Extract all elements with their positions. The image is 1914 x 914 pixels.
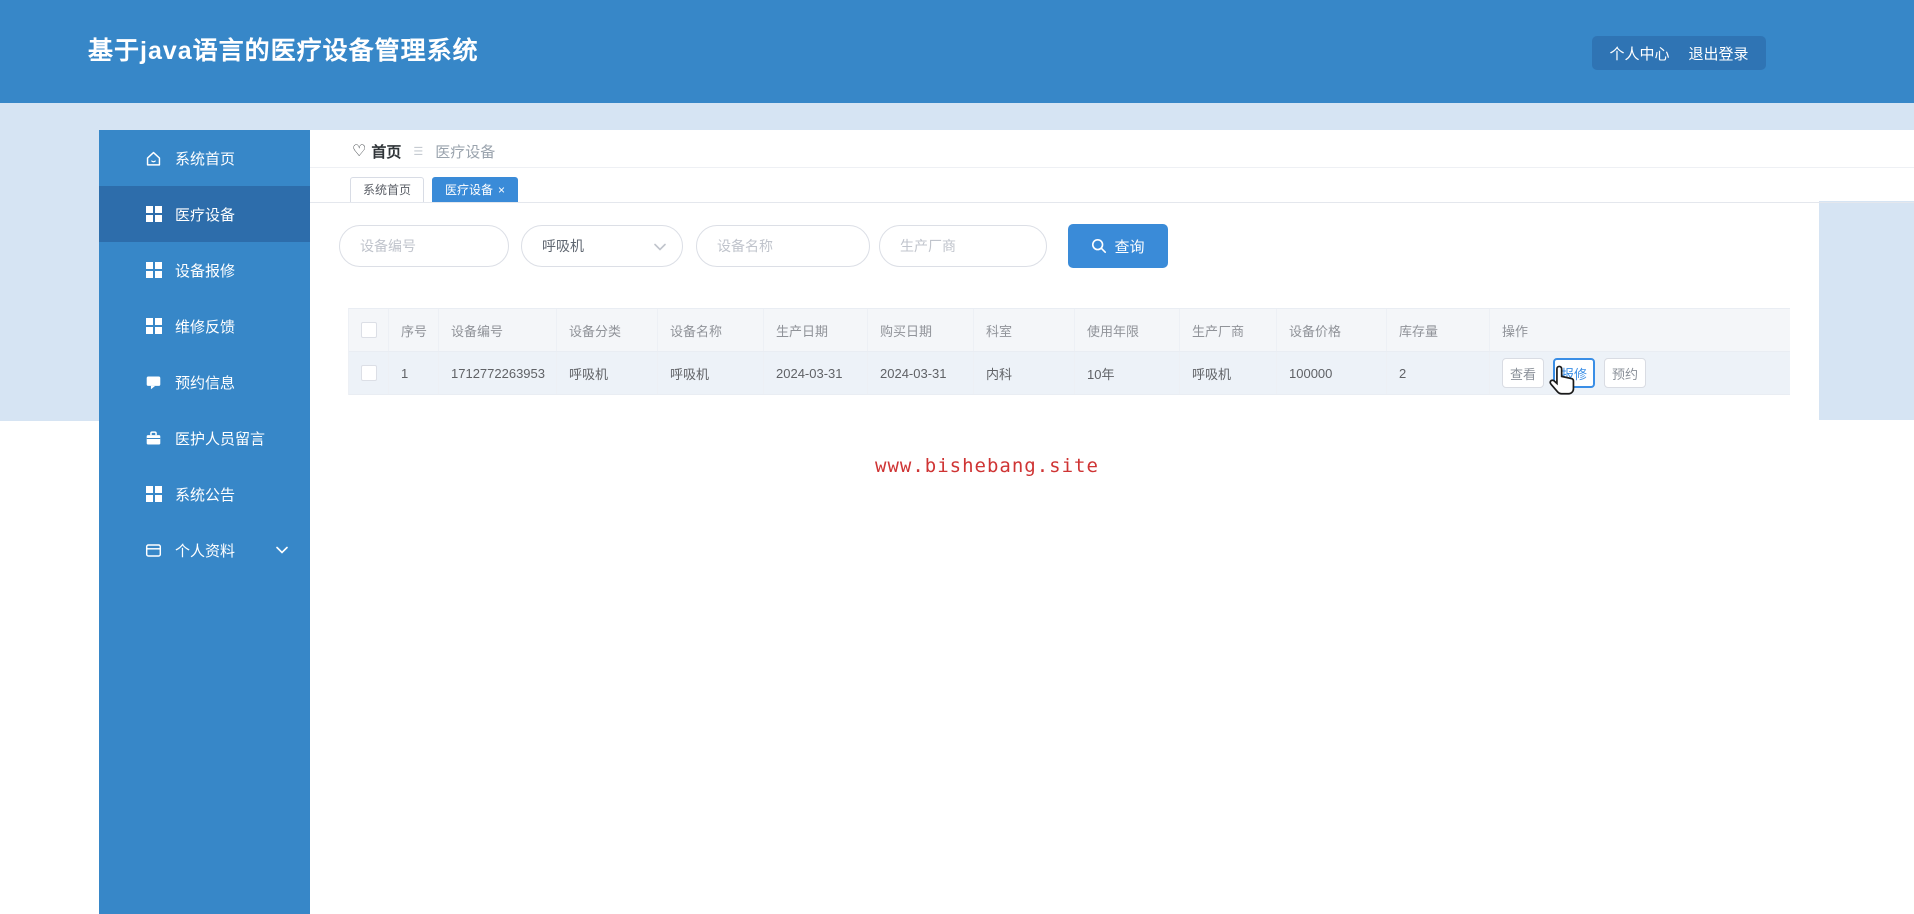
device-no-input[interactable] <box>339 225 509 267</box>
tab-system-home[interactable]: 系统首页 <box>350 177 425 203</box>
cell-actions: 查看 报修 预约 <box>1490 352 1790 394</box>
col-header-price: 设备价格 <box>1277 309 1387 351</box>
card-icon <box>145 542 162 559</box>
sidebar-item-label: 系统公告 <box>175 486 236 504</box>
sidebar-nav: 系统首页 医疗设备 设备报修 维修反馈 预约信息 医护人员留言 系统公告 个人资… <box>99 130 310 914</box>
filter-bar: 呼吸机 查询 <box>339 224 1168 268</box>
background-band-left <box>0 103 99 421</box>
table-header-row: 序号 设备编号 设备分类 设备名称 生产日期 购买日期 科室 使用年限 生产厂商… <box>349 309 1790 351</box>
cell-department: 内科 <box>974 352 1075 394</box>
manufacturer-input[interactable] <box>879 225 1047 267</box>
sidebar-item-label: 维修反馈 <box>175 318 236 336</box>
close-icon[interactable]: × <box>498 183 505 197</box>
col-header-seq: 序号 <box>389 309 439 351</box>
tab-label: 系统首页 <box>363 183 412 197</box>
app-title: 基于java语言的医疗设备管理系统 <box>88 37 479 65</box>
cell-service-life: 10年 <box>1075 352 1180 394</box>
table-row: 1 1712772263953 呼吸机 呼吸机 2024-03-31 2024-… <box>349 351 1790 395</box>
row-checkbox[interactable] <box>361 365 377 381</box>
col-header-name: 设备名称 <box>658 309 764 351</box>
breadcrumb: ♡ 首页 ☰ 医疗设备 <box>352 138 495 164</box>
category-select[interactable]: 呼吸机 <box>521 225 683 267</box>
cell-category: 呼吸机 <box>557 352 658 394</box>
select-all-checkbox[interactable] <box>361 322 377 338</box>
col-header-device-no: 设备编号 <box>439 309 557 351</box>
breadcrumb-current: 医疗设备 <box>435 143 496 161</box>
app-window: 基于java语言的医疗设备管理系统 个人中心 退出登录 系统首页 医疗设备 设备 <box>0 0 1914 914</box>
chevron-down-icon <box>276 546 288 554</box>
sidebar-item-system-announcements[interactable]: 系统公告 <box>99 466 310 522</box>
search-icon <box>1092 238 1107 254</box>
sidebar-item-repair-feedback[interactable]: 维修反馈 <box>99 298 310 354</box>
tab-label: 医疗设备 <box>445 183 494 197</box>
heart-icon: ♡ <box>352 143 367 160</box>
message-icon <box>145 374 162 391</box>
top-header-bar: 基于java语言的医疗设备管理系统 个人中心 退出登录 <box>0 0 1914 103</box>
col-header-stock: 库存量 <box>1387 309 1490 351</box>
col-header-category: 设备分类 <box>557 309 658 351</box>
sidebar-item-appointment-info[interactable]: 预约信息 <box>99 354 310 410</box>
col-header-service-life: 使用年限 <box>1075 309 1180 351</box>
sidebar-item-label: 医护人员留言 <box>175 430 266 448</box>
grid-icon <box>145 262 162 279</box>
logout-link[interactable]: 退出登录 <box>1688 43 1748 64</box>
sidebar-item-label: 预约信息 <box>175 374 236 392</box>
cell-price: 100000 <box>1277 352 1387 394</box>
sidebar-item-label: 个人资料 <box>175 542 236 560</box>
tab-medical-equipment[interactable]: 医疗设备 × <box>432 177 519 203</box>
background-band-top <box>0 103 1914 130</box>
tabs-divider <box>310 202 1914 203</box>
sidebar-item-label: 系统首页 <box>175 150 236 168</box>
breadcrumb-divider <box>310 167 1914 168</box>
sidebar-item-system-home[interactable]: 系统首页 <box>99 130 310 186</box>
cell-seq: 1 <box>389 352 439 394</box>
equipment-table: 序号 设备编号 设备分类 设备名称 生产日期 购买日期 科室 使用年限 生产厂商… <box>348 308 1790 395</box>
sidebar-item-equipment-repair[interactable]: 设备报修 <box>99 242 310 298</box>
watermark-text: www.bishebang.site <box>875 455 1099 477</box>
breadcrumb-separator-icon: ☰ <box>413 145 424 158</box>
grid-icon <box>145 318 162 335</box>
cell-stock: 2 <box>1387 352 1490 394</box>
sidebar-item-personal-profile[interactable]: 个人资料 <box>99 522 310 578</box>
cell-device-no: 1712772263953 <box>439 352 557 394</box>
col-header-department: 科室 <box>974 309 1075 351</box>
user-menu: 个人中心 退出登录 <box>1592 36 1766 70</box>
col-header-purchase-date: 购买日期 <box>868 309 974 351</box>
tab-bar: 系统首页 医疗设备 × <box>350 177 526 203</box>
briefcase-icon <box>145 430 162 447</box>
cell-purchase-date: 2024-03-31 <box>868 352 974 394</box>
view-button[interactable]: 查看 <box>1502 358 1545 388</box>
cell-name: 呼吸机 <box>658 352 764 394</box>
breadcrumb-home[interactable]: 首页 <box>371 141 401 162</box>
cell-manufacturer: 呼吸机 <box>1180 352 1277 394</box>
chevron-down-icon <box>654 238 666 254</box>
grid-icon <box>145 206 162 223</box>
search-button-label: 查询 <box>1114 238 1145 256</box>
home-icon <box>145 150 162 167</box>
col-header-manufacturer: 生产厂商 <box>1180 309 1277 351</box>
category-select-value: 呼吸机 <box>542 238 584 254</box>
sidebar-item-staff-messages[interactable]: 医护人员留言 <box>99 410 310 466</box>
col-header-actions: 操作 <box>1502 323 1529 339</box>
reserve-button[interactable]: 预约 <box>1604 358 1647 388</box>
sidebar-item-medical-equipment[interactable]: 医疗设备 <box>99 186 310 242</box>
sidebar-item-label: 医疗设备 <box>175 206 236 224</box>
personal-center-link[interactable]: 个人中心 <box>1609 43 1669 64</box>
background-band-right <box>1819 201 1914 420</box>
device-name-input[interactable] <box>696 225 870 267</box>
search-button[interactable]: 查询 <box>1068 224 1168 268</box>
col-header-production-date: 生产日期 <box>764 309 868 351</box>
cell-production-date: 2024-03-31 <box>764 352 868 394</box>
sidebar-item-label: 设备报修 <box>175 262 236 280</box>
grid-icon <box>145 486 162 503</box>
repair-button[interactable]: 报修 <box>1553 358 1596 388</box>
